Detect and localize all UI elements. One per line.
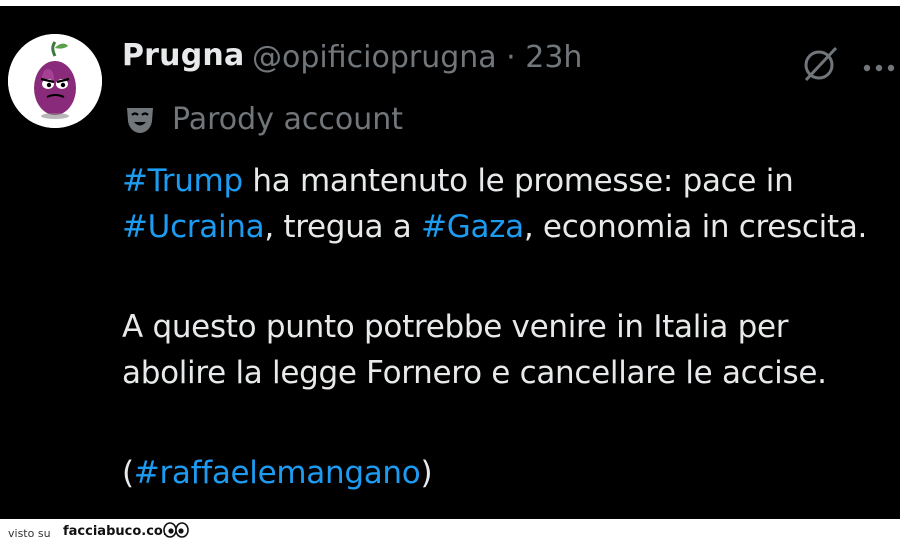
tweet-text-segment: ( <box>122 455 134 491</box>
hashtag-link[interactable]: #raffaelemangano <box>134 455 421 491</box>
tweet-text-segment: ha mantenuto le promesse: pace in <box>242 163 794 199</box>
tweet-blank-line <box>122 250 900 304</box>
site-brand[interactable]: facciabuco.com <box>63 524 176 539</box>
tweet-text-segment: abolire la legge Fornero e cancellare le… <box>122 355 827 391</box>
tweet-text-segment: , economia in crescita. <box>523 209 868 245</box>
grok-icon[interactable] <box>800 44 840 88</box>
tweet-text-segment: A questo punto potrebbe venire in Italia… <box>122 309 789 345</box>
theater-mask-icon <box>124 104 156 140</box>
plum-avatar-icon <box>8 34 102 128</box>
tweet-text: #Trump ha mantenuto le promesse: pace in… <box>122 158 900 496</box>
tweet-line: (#raffaelemangano) <box>122 450 900 496</box>
tweet-card: Prugna @opificioprugna · 23h Parody acco… <box>0 6 900 519</box>
tweet-line: abolire la legge Fornero e cancellare le… <box>122 350 900 396</box>
tweet-line: #Trump ha mantenuto le promesse: pace in <box>122 158 900 204</box>
tweet-text-segment: , tregua a <box>264 209 422 245</box>
tweet-text-segment: ) <box>420 455 433 491</box>
profile-avatar[interactable] <box>8 34 102 128</box>
tweet-line: A questo punto potrebbe venire in Italia… <box>122 304 900 350</box>
hashtag-link[interactable]: #Gaza <box>421 209 524 245</box>
display-name[interactable]: Prugna <box>122 38 244 73</box>
tweet-line: #Ucraina, tregua a #Gaza, economia in cr… <box>122 204 900 250</box>
watermark-footer: visto su facciabuco.com <box>0 519 900 546</box>
parody-account-label: Parody account <box>172 102 404 137</box>
eyes-logo-icon <box>163 522 189 544</box>
more-icon[interactable] <box>862 58 898 77</box>
tweet-blank-line <box>122 396 900 450</box>
handle-timestamp[interactable]: @opificioprugna · 23h <box>252 40 582 75</box>
hashtag-link[interactable]: #Trump <box>122 163 243 199</box>
hashtag-link[interactable]: #Ucraina <box>122 209 265 245</box>
visto-su-label: visto su <box>8 527 51 540</box>
